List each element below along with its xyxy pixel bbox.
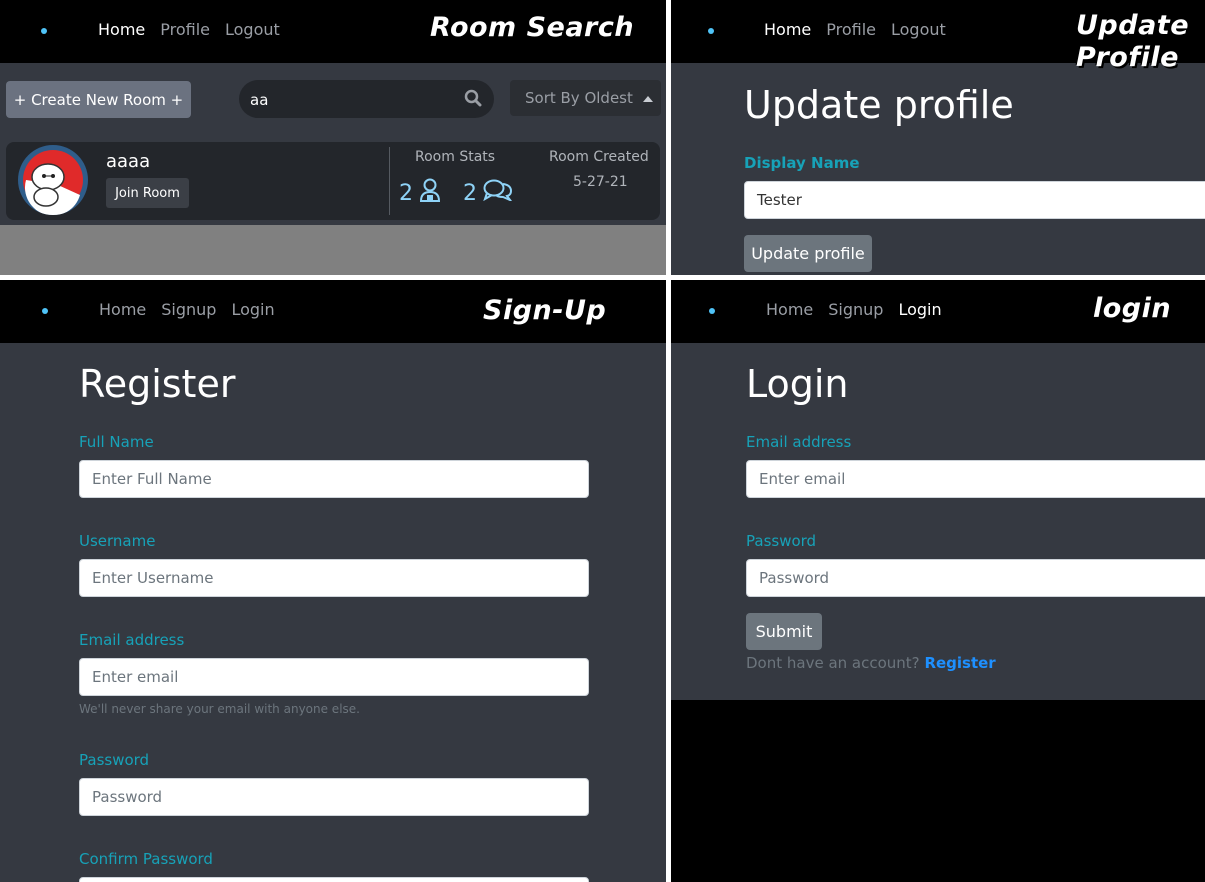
full-name-label: Full Name xyxy=(79,433,154,451)
comments-icon xyxy=(483,179,514,207)
register-prompt: Dont have an account? Register xyxy=(746,654,996,672)
page-title: Update profile xyxy=(744,83,1014,127)
password-input[interactable]: Password xyxy=(746,559,1205,597)
nav-home[interactable]: Home xyxy=(766,300,813,319)
nav-home[interactable]: Home xyxy=(98,20,145,39)
no-account-text: Dont have an account? xyxy=(746,654,920,672)
nav-profile[interactable]: Profile xyxy=(826,20,876,39)
update-profile-panel: Home Profile Logout Update Profile Updat… xyxy=(671,0,1205,275)
nav-login[interactable]: Login xyxy=(898,300,941,319)
users-count: 2 xyxy=(399,180,413,206)
section-title: Sign-Up xyxy=(483,295,607,326)
caret-up-icon xyxy=(642,89,653,107)
email-label: Email address xyxy=(79,631,185,649)
section-title: Room Search xyxy=(430,12,635,43)
nav-logout[interactable]: Logout xyxy=(225,20,280,39)
nav-login[interactable]: Login xyxy=(231,300,274,319)
update-profile-button[interactable]: Update profile xyxy=(744,235,872,272)
nav-links: Home Signup Login xyxy=(766,300,942,319)
password-input[interactable]: Password xyxy=(79,778,589,816)
room-search-input[interactable]: aa xyxy=(239,80,494,118)
search-icon[interactable] xyxy=(464,89,482,111)
room-stats: 2 2 xyxy=(399,178,514,208)
brand-dot-icon[interactable] xyxy=(709,308,715,314)
username-label: Username xyxy=(79,532,156,550)
password-label: Password xyxy=(746,532,817,550)
room-avatar xyxy=(18,145,88,215)
divider xyxy=(389,147,390,215)
nav-logout[interactable]: Logout xyxy=(891,20,946,39)
room-created-label: Room Created xyxy=(549,149,649,165)
display-name-label: Display Name xyxy=(744,154,860,172)
nav-profile[interactable]: Profile xyxy=(160,20,210,39)
room-card: aaaa Join Room Room Stats 2 2 Room Creat… xyxy=(6,142,660,220)
join-room-button[interactable]: Join Room xyxy=(106,178,189,208)
sort-label: Sort By Oldest xyxy=(525,89,633,107)
signup-panel: Home Signup Login Sign-Up Register Full … xyxy=(0,280,666,882)
submit-button[interactable]: Submit xyxy=(746,613,822,650)
brand-dot-icon[interactable] xyxy=(708,28,714,34)
sort-button[interactable]: Sort By Oldest xyxy=(510,80,661,116)
display-name-input[interactable]: Tester xyxy=(744,181,1205,219)
navbar: Home Signup Login Sign-Up xyxy=(0,280,666,343)
section-title: Update Profile xyxy=(1076,10,1190,74)
register-link[interactable]: Register xyxy=(924,654,995,672)
room-name: aaaa xyxy=(106,151,151,172)
nav-links: Home Signup Login xyxy=(99,300,275,319)
confirm-password-input[interactable] xyxy=(79,877,589,882)
navbar: Home Profile Logout Room Search xyxy=(0,0,666,63)
nav-signup[interactable]: Signup xyxy=(828,300,883,319)
email-help-text: We'll never share your email with anyone… xyxy=(79,702,360,716)
email-input[interactable]: Enter email xyxy=(746,460,1205,498)
footer-area xyxy=(671,700,1205,882)
nav-links: Home Profile Logout xyxy=(98,20,280,39)
login-panel: Home Signup Login login Login Email addr… xyxy=(671,280,1205,882)
navbar: Home Signup Login login xyxy=(671,280,1205,343)
brand-dot-icon[interactable] xyxy=(42,308,48,314)
room-created-date: 5-27-21 xyxy=(573,174,628,190)
nav-links: Home Profile Logout xyxy=(764,20,946,39)
user-icon xyxy=(419,178,441,208)
section-title: login xyxy=(1093,293,1172,324)
nav-home[interactable]: Home xyxy=(764,20,811,39)
messages-count: 2 xyxy=(463,180,477,206)
room-stats-label: Room Stats xyxy=(415,149,496,165)
email-label: Email address xyxy=(746,433,852,451)
room-search-panel: Home Profile Logout Room Search + Create… xyxy=(0,0,666,275)
nav-home[interactable]: Home xyxy=(99,300,146,319)
full-name-input[interactable]: Enter Full Name xyxy=(79,460,589,498)
page-title: Login xyxy=(746,362,849,406)
confirm-password-label: Confirm Password xyxy=(79,850,213,868)
page-title: Register xyxy=(79,362,236,406)
brand-dot-icon[interactable] xyxy=(41,28,47,34)
email-input[interactable]: Enter email xyxy=(79,658,589,696)
create-room-button[interactable]: + Create New Room + xyxy=(6,81,191,118)
nav-signup[interactable]: Signup xyxy=(161,300,216,319)
password-label: Password xyxy=(79,751,150,769)
username-input[interactable]: Enter Username xyxy=(79,559,589,597)
search-value: aa xyxy=(250,91,269,109)
content-area xyxy=(0,225,666,275)
